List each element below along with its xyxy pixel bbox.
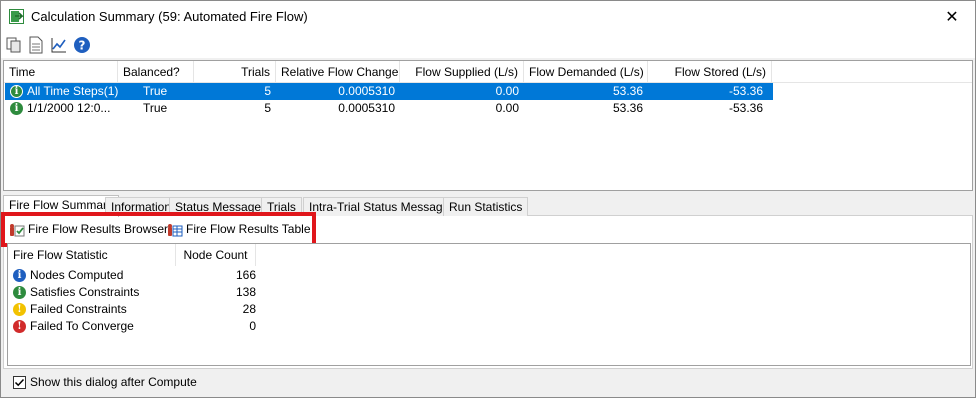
copy-icon[interactable] bbox=[5, 36, 23, 54]
calculation-summary-window: Calculation Summary (59: Automated Fire … bbox=[0, 0, 976, 398]
statistic-value: 166 bbox=[235, 268, 256, 282]
column-header-balanced[interactable]: Balanced? bbox=[118, 61, 194, 83]
list-item[interactable]: ! Failed Constraints 28 bbox=[10, 301, 260, 318]
checkbox-label: Show this dialog after Compute bbox=[30, 375, 197, 389]
cell-flow-supplied: 0.00 bbox=[495, 84, 519, 98]
column-header-statistic[interactable]: Fire Flow Statistic bbox=[8, 244, 176, 266]
cell-relative-flow-change: 0.0005310 bbox=[338, 101, 395, 115]
error-red-icon: ! bbox=[13, 320, 26, 333]
list-item[interactable]: i Nodes Computed 166 bbox=[10, 267, 260, 284]
info-icon: i bbox=[10, 85, 23, 98]
column-header-flow-stored[interactable]: Flow Stored (L/s) bbox=[648, 61, 772, 83]
window-title: Calculation Summary (59: Automated Fire … bbox=[31, 9, 308, 24]
column-header-node-count[interactable]: Node Count bbox=[176, 244, 256, 266]
cell-balanced: True bbox=[143, 101, 168, 115]
warning-yellow-icon: ! bbox=[13, 303, 26, 316]
checkmark-icon bbox=[14, 379, 25, 387]
statistic-value: 138 bbox=[235, 285, 256, 299]
fire-flow-statistics-grid[interactable]: Fire Flow Statistic Node Count i Nodes C… bbox=[7, 243, 971, 366]
info-icon: i bbox=[10, 102, 23, 115]
show-dialog-checkbox[interactable] bbox=[13, 376, 26, 390]
cell-time: 1/1/2000 12:0... bbox=[27, 101, 111, 115]
close-icon: ✕ bbox=[945, 8, 959, 26]
statistic-value: 28 bbox=[242, 302, 256, 316]
statistic-label: Nodes Computed bbox=[30, 268, 124, 282]
app-icon bbox=[9, 9, 24, 24]
table-row[interactable]: i All Time Steps(1) True 5 0.0005310 0.0… bbox=[5, 83, 773, 100]
cell-flow-stored: -53.36 bbox=[728, 84, 763, 98]
help-icon[interactable]: ? bbox=[73, 36, 91, 54]
tab-run-statistics[interactable]: Run Statistics bbox=[443, 197, 529, 216]
cell-flow-stored: -53.36 bbox=[728, 101, 763, 115]
statistic-value: 0 bbox=[249, 319, 256, 333]
cell-flow-demanded: 53.36 bbox=[612, 84, 643, 98]
column-header-flow-supplied[interactable]: Flow Supplied (L/s) bbox=[400, 61, 524, 83]
cell-flow-demanded: 53.36 bbox=[612, 101, 643, 115]
grid-header: Fire Flow Statistic Node Count bbox=[8, 244, 970, 266]
cell-time: All Time Steps(1) bbox=[27, 84, 119, 98]
cell-trials: 5 bbox=[264, 84, 271, 98]
statistic-label: Failed To Converge bbox=[30, 319, 134, 333]
chart-icon[interactable] bbox=[50, 36, 68, 54]
svg-text:?: ? bbox=[79, 39, 86, 53]
statistic-label: Satisfies Constraints bbox=[30, 285, 140, 299]
column-header-time[interactable]: Time bbox=[4, 61, 118, 83]
report-icon[interactable] bbox=[27, 36, 45, 54]
info-green-icon: i bbox=[13, 286, 26, 299]
list-item[interactable]: ! Failed To Converge 0 bbox=[10, 318, 260, 335]
list-item[interactable]: i Satisfies Constraints 138 bbox=[10, 284, 260, 301]
info-blue-icon: i bbox=[13, 269, 26, 282]
toolbar: ? bbox=[1, 32, 975, 58]
column-header-flow-demanded[interactable]: Flow Demanded (L/s) bbox=[524, 61, 648, 83]
statistic-label: Failed Constraints bbox=[30, 302, 127, 316]
cell-balanced: True bbox=[143, 84, 168, 98]
column-header-trials[interactable]: Trials bbox=[194, 61, 276, 83]
close-button[interactable]: ✕ bbox=[929, 1, 975, 32]
cell-trials: 5 bbox=[264, 101, 271, 115]
column-header-relative-flow-change[interactable]: Relative Flow Change bbox=[276, 61, 400, 83]
cell-flow-supplied: 0.00 bbox=[495, 101, 519, 115]
grid-header: Time Balanced? Trials Relative Flow Chan… bbox=[4, 61, 972, 83]
show-dialog-checkbox-row[interactable]: Show this dialog after Compute bbox=[13, 375, 197, 391]
cell-relative-flow-change: 0.0005310 bbox=[338, 84, 395, 98]
tab-intra-trial-status-messages[interactable]: Intra-Trial Status Messages bbox=[303, 197, 462, 216]
calculation-summary-grid[interactable]: Time Balanced? Trials Relative Flow Chan… bbox=[3, 60, 973, 191]
title-bar: Calculation Summary (59: Automated Fire … bbox=[1, 1, 975, 32]
highlight-box bbox=[1, 212, 316, 247]
table-row[interactable]: i 1/1/2000 12:0... True 5 0.0005310 0.00… bbox=[5, 100, 773, 117]
